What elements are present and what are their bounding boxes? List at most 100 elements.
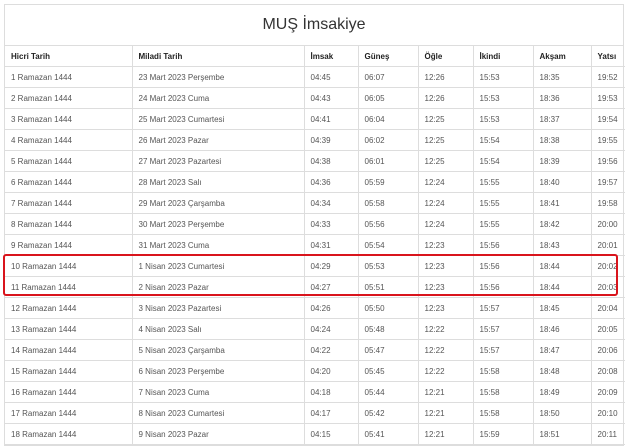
column-header: Güneş bbox=[358, 46, 419, 67]
table-cell: 12:24 bbox=[418, 171, 474, 193]
table-cell: 04:18 bbox=[304, 381, 359, 403]
table-cell: 18:39 bbox=[533, 150, 592, 172]
column-header: Öğle bbox=[418, 46, 474, 67]
table-cell: 06:04 bbox=[358, 108, 419, 130]
column-header: Hicri Tarih bbox=[5, 46, 133, 67]
table-cell: 12:21 bbox=[418, 381, 474, 403]
column-header: İmsak bbox=[304, 46, 359, 67]
table-cell: 18:49 bbox=[533, 381, 592, 403]
page: MUŞ İmsakiye Hicri Tarih Miladi Tarih İmsa… bbox=[0, 0, 640, 446]
table-cell: 15:53 bbox=[473, 108, 534, 130]
table-cell: 04:26 bbox=[304, 297, 359, 319]
table-cell: 11 Ramazan 1444 bbox=[5, 276, 133, 298]
table-cell: 15 Ramazan 1444 bbox=[5, 360, 133, 382]
table-cell: 05:58 bbox=[358, 192, 419, 214]
table-cell: 20:03 bbox=[591, 276, 625, 298]
table-cell: 20:04 bbox=[591, 297, 625, 319]
table-cell: 12:21 bbox=[418, 423, 474, 445]
table-cell: 12:21 bbox=[418, 402, 474, 424]
table-row: 5 Ramazan 1444 27 Mart 2023 Pazartesi 04:3… bbox=[5, 150, 625, 172]
table-cell: 04:45 bbox=[304, 66, 359, 88]
table-cell: 15:58 bbox=[473, 381, 534, 403]
table-cell: 05:56 bbox=[358, 213, 419, 235]
table-cell: 05:51 bbox=[358, 276, 419, 298]
table-cell: 04:36 bbox=[304, 171, 359, 193]
table-cell: 04:24 bbox=[304, 318, 359, 340]
table-cell: 18:46 bbox=[533, 318, 592, 340]
table-cell: 31 Mart 2023 Cuma bbox=[132, 234, 305, 256]
table-cell: 15:55 bbox=[473, 171, 534, 193]
table-cell: 04:38 bbox=[304, 150, 359, 172]
table-cell: 18:41 bbox=[533, 192, 592, 214]
table-cell: 15:57 bbox=[473, 297, 534, 319]
table-cell: 1 Ramazan 1444 bbox=[5, 66, 133, 88]
table-row: 3 Ramazan 1444 25 Mart 2023 Cumartesi 04:4… bbox=[5, 108, 625, 130]
table-cell: 20:00 bbox=[591, 213, 625, 235]
table-cell: 18:42 bbox=[533, 213, 592, 235]
table-row: 2 Ramazan 1444 24 Mart 2023 Cuma 04:43 06:0… bbox=[5, 87, 625, 109]
imsakiye-table: Hicri Tarih Miladi Tarih İmsak Güneş Öğle İki… bbox=[5, 46, 625, 445]
table-cell: 05:41 bbox=[358, 423, 419, 445]
table-cell: 6 Ramazan 1444 bbox=[5, 171, 133, 193]
table-cell: 18:51 bbox=[533, 423, 592, 445]
table-cell: 05:42 bbox=[358, 402, 419, 424]
table-row: 13 Ramazan 1444 4 Nisan 2023 Salı 04:24 05:… bbox=[5, 318, 625, 340]
imsakiye-table-container: MUŞ İmsakiye Hicri Tarih Miladi Tarih İmsa… bbox=[4, 4, 625, 446]
table-cell: 3 Ramazan 1444 bbox=[5, 108, 133, 130]
table-cell: 12:22 bbox=[418, 318, 474, 340]
table-cell: 23 Mart 2023 Perşembe bbox=[132, 66, 305, 88]
table-cell: 04:41 bbox=[304, 108, 359, 130]
table-cell: 05:47 bbox=[358, 339, 419, 361]
table-cell: 8 Ramazan 1444 bbox=[5, 213, 133, 235]
table-row: 6 Ramazan 1444 28 Mart 2023 Salı 04:36 05:5… bbox=[5, 171, 625, 193]
table-cell: 15:58 bbox=[473, 360, 534, 382]
table-row: 18 Ramazan 1444 9 Nisan 2023 Pazar 04:15 05… bbox=[5, 423, 625, 445]
table-cell: 06:07 bbox=[358, 66, 419, 88]
table-cell: 12:26 bbox=[418, 66, 474, 88]
table-cell: 05:53 bbox=[358, 255, 419, 277]
table-cell: 12:23 bbox=[418, 255, 474, 277]
table-row: 15 Ramazan 1444 6 Nisan 2023 Perşembe 04:2… bbox=[5, 360, 625, 382]
table-cell: 17 Ramazan 1444 bbox=[5, 402, 133, 424]
table-cell: 15:56 bbox=[473, 255, 534, 277]
table-cell: 18:50 bbox=[533, 402, 592, 424]
table-cell: 15:57 bbox=[473, 318, 534, 340]
column-header: Yatsı bbox=[591, 46, 625, 67]
table-cell: 05:48 bbox=[358, 318, 419, 340]
table-row: 17 Ramazan 1444 8 Nisan 2023 Cumartesi 04:… bbox=[5, 402, 625, 424]
table-cell: 8 Nisan 2023 Cumartesi bbox=[132, 402, 305, 424]
table-cell: 15:55 bbox=[473, 213, 534, 235]
table-cell: 12:25 bbox=[418, 150, 474, 172]
table-cell: 2 Ramazan 1444 bbox=[5, 87, 133, 109]
table-cell: 04:39 bbox=[304, 129, 359, 151]
table-row: 8 Ramazan 1444 30 Mart 2023 Perşembe 04:33… bbox=[5, 213, 625, 235]
table-cell: 15:54 bbox=[473, 150, 534, 172]
table-cell: 18:44 bbox=[533, 255, 592, 277]
table-cell: 15:54 bbox=[473, 129, 534, 151]
table-cell: 04:33 bbox=[304, 213, 359, 235]
table-cell: 19:52 bbox=[591, 66, 625, 88]
table-cell: 20:01 bbox=[591, 234, 625, 256]
table-cell: 2 Nisan 2023 Pazar bbox=[132, 276, 305, 298]
table-cell: 06:01 bbox=[358, 150, 419, 172]
table-cell: 15:59 bbox=[473, 423, 534, 445]
page-title: MUŞ İmsakiye bbox=[5, 5, 623, 46]
table-cell: 12:23 bbox=[418, 297, 474, 319]
table-cell: 06:02 bbox=[358, 129, 419, 151]
table-cell: 04:29 bbox=[304, 255, 359, 277]
table-cell: 20:10 bbox=[591, 402, 625, 424]
table-cell: 19:54 bbox=[591, 108, 625, 130]
table-cell: 9 Nisan 2023 Pazar bbox=[132, 423, 305, 445]
table-row: 1 Ramazan 1444 23 Mart 2023 Perşembe 04:45… bbox=[5, 66, 625, 88]
table-cell: 20:09 bbox=[591, 381, 625, 403]
table-cell: 20:06 bbox=[591, 339, 625, 361]
table-cell: 18:37 bbox=[533, 108, 592, 130]
table-cell: 20:05 bbox=[591, 318, 625, 340]
table-cell: 12 Ramazan 1444 bbox=[5, 297, 133, 319]
table-row: 14 Ramazan 1444 5 Nisan 2023 Çarşamba 04:2… bbox=[5, 339, 625, 361]
table-cell: 04:31 bbox=[304, 234, 359, 256]
table-cell: 6 Nisan 2023 Perşembe bbox=[132, 360, 305, 382]
column-header: Akşam bbox=[533, 46, 592, 67]
table-cell: 18:44 bbox=[533, 276, 592, 298]
table-cell: 12:22 bbox=[418, 339, 474, 361]
